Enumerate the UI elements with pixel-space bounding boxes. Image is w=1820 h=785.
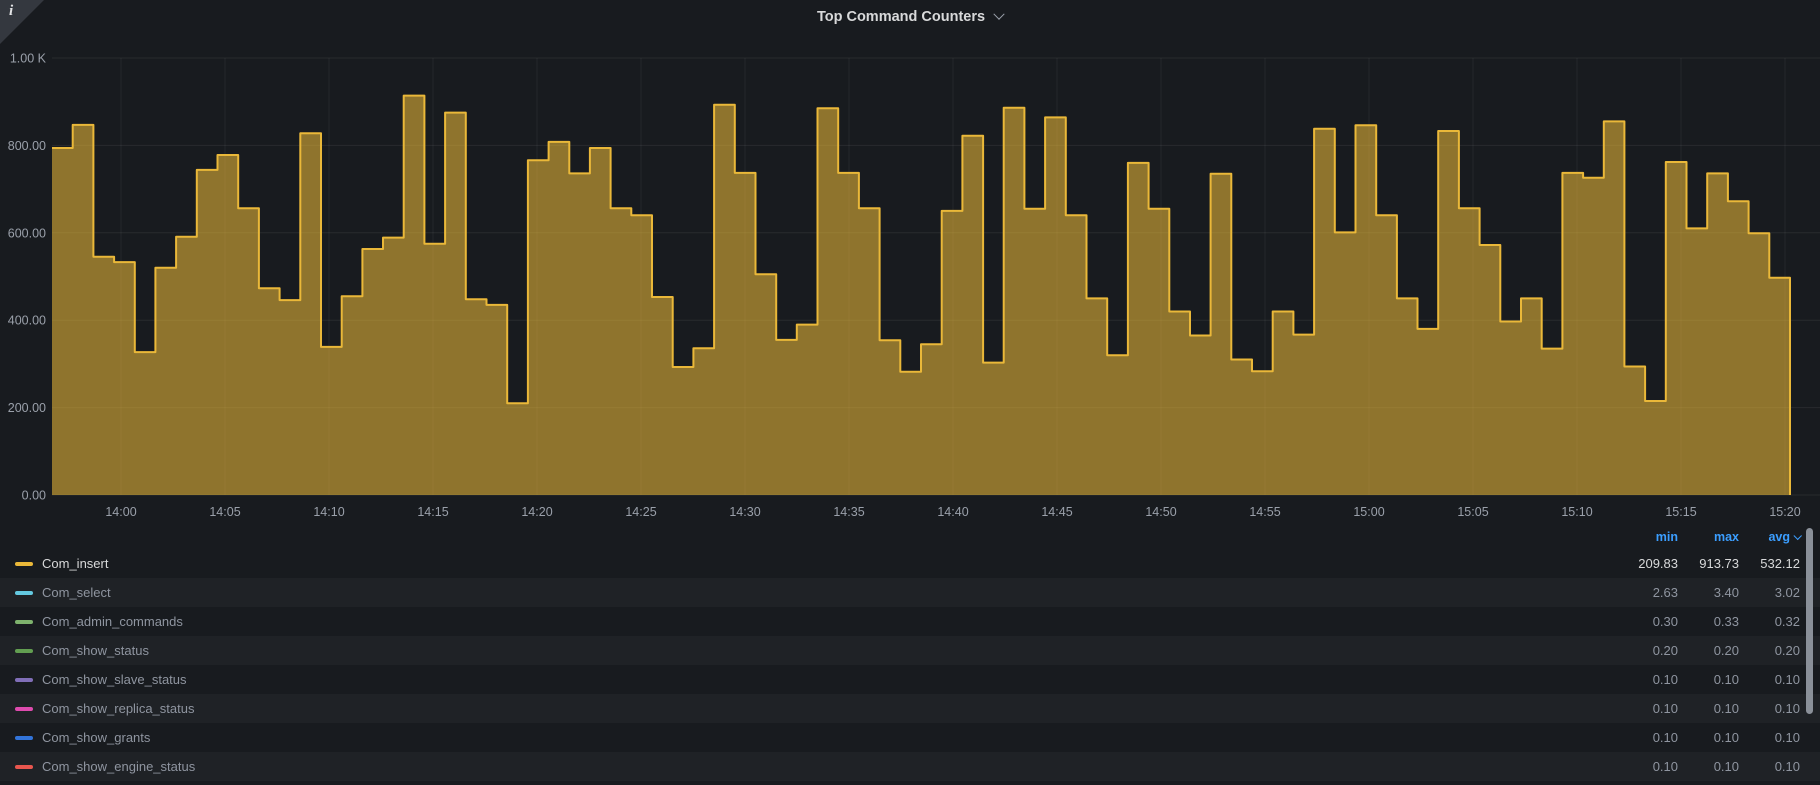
series-color-icon[interactable] (15, 764, 33, 769)
series-color-icon[interactable] (15, 735, 33, 740)
svg-text:14:15: 14:15 (417, 505, 448, 519)
svg-text:800.00: 800.00 (8, 139, 46, 153)
series-name[interactable]: Com_insert (42, 556, 1617, 571)
series-name[interactable]: Com_show_status (42, 643, 1617, 658)
legend-sort-max[interactable]: max (1678, 530, 1739, 544)
series-min: 0.10 (1652, 759, 1678, 774)
svg-text:1.00 K: 1.00 K (10, 52, 47, 66)
svg-text:14:25: 14:25 (625, 505, 656, 519)
series-name[interactable]: Com_show_slave_status (42, 672, 1617, 687)
svg-text:15:10: 15:10 (1561, 505, 1592, 519)
legend-table: min max avg Com_insert 209.83 913.73 532.12… (0, 524, 1820, 785)
svg-text:14:10: 14:10 (313, 505, 344, 519)
series-min: 0.20 (1652, 643, 1678, 658)
series-avg: 3.02 (1774, 585, 1800, 600)
panel-title[interactable]: Top Command Counters (817, 9, 985, 25)
info-corner-triangle (0, 0, 44, 44)
svg-text:15:05: 15:05 (1457, 505, 1488, 519)
series-avg: 0.10 (1774, 672, 1800, 687)
legend-row[interactable]: Com_insert 209.83 913.73 532.12 (0, 549, 1820, 578)
x-axis: 14:00 14:05 14:10 14:15 14:20 14:25 14:30 14:35… (105, 505, 1800, 519)
series-name[interactable]: Com_admin_commands (42, 614, 1617, 629)
series-max: 3.40 (1713, 585, 1739, 600)
svg-text:14:45: 14:45 (1041, 505, 1072, 519)
series-color-icon[interactable] (15, 706, 33, 711)
series-max: 0.10 (1713, 759, 1739, 774)
series-color-icon[interactable] (15, 561, 33, 566)
series-min: 0.10 (1652, 701, 1678, 716)
series-max: 913.73 (1699, 556, 1739, 571)
series-min: 209.83 (1638, 556, 1678, 571)
series-min: 2.63 (1652, 585, 1678, 600)
svg-text:15:00: 15:00 (1353, 505, 1384, 519)
series-color-icon[interactable] (15, 648, 33, 653)
info-corner[interactable]: i (0, 0, 44, 44)
svg-text:14:00: 14:00 (105, 505, 136, 519)
legend-row[interactable]: Com_select 2.63 3.40 3.02 (0, 578, 1820, 607)
series-avg: 0.10 (1774, 730, 1800, 745)
legend-row[interactable]: Com_show_replica_status 0.10 0.10 0.10 (0, 694, 1820, 723)
series-avg: 0.20 (1774, 643, 1800, 658)
series-max: 0.33 (1713, 614, 1739, 629)
panel-header[interactable]: Top Command Counters (0, 0, 1820, 34)
series-avg: 532.12 (1760, 556, 1800, 571)
svg-text:400.00: 400.00 (8, 314, 46, 328)
series-min: 0.30 (1652, 614, 1678, 629)
series-max: 0.10 (1713, 672, 1739, 687)
info-icon: i (9, 3, 14, 19)
series-color-icon[interactable] (15, 677, 33, 682)
legend-row[interactable]: Com_show_grants 0.10 0.10 0.10 (0, 723, 1820, 752)
y-axis: 1.00 K 800.00 600.00 400.00 200.00 0.00 (8, 52, 47, 503)
legend-sort-min[interactable]: min (1617, 530, 1678, 544)
legend-scrollbar-thumb[interactable] (1806, 528, 1813, 714)
svg-text:14:35: 14:35 (833, 505, 864, 519)
time-series-chart: 1.00 K 800.00 600.00 400.00 200.00 0.00 14:00 1… (0, 0, 1820, 529)
legend-row[interactable]: Com_show_status 0.20 0.20 0.20 (0, 636, 1820, 665)
series-name[interactable]: Com_show_replica_status (42, 701, 1617, 716)
series-min: 0.10 (1652, 672, 1678, 687)
sort-chevron-down-icon (1793, 531, 1802, 540)
series-color-icon[interactable] (15, 590, 33, 595)
series-max: 0.10 (1713, 701, 1739, 716)
series-avg: 0.32 (1774, 614, 1800, 629)
series-name[interactable]: Com_show_grants (42, 730, 1617, 745)
svg-text:14:05: 14:05 (209, 505, 240, 519)
svg-text:14:30: 14:30 (729, 505, 760, 519)
legend-sort-avg[interactable]: avg (1739, 530, 1802, 544)
svg-text:200.00: 200.00 (8, 401, 46, 415)
series-avg: 0.10 (1774, 701, 1800, 716)
svg-text:15:20: 15:20 (1769, 505, 1800, 519)
chevron-down-icon[interactable] (993, 8, 1005, 20)
svg-text:15:15: 15:15 (1665, 505, 1696, 519)
legend-row[interactable]: Com_admin_commands 0.30 0.33 0.32 (0, 607, 1820, 636)
series-name[interactable]: Com_select (42, 585, 1617, 600)
svg-text:600.00: 600.00 (8, 226, 46, 240)
svg-text:14:40: 14:40 (937, 505, 968, 519)
svg-text:14:55: 14:55 (1249, 505, 1280, 519)
series-avg: 0.10 (1774, 759, 1800, 774)
series-max: 0.10 (1713, 730, 1739, 745)
svg-text:14:50: 14:50 (1145, 505, 1176, 519)
svg-text:14:20: 14:20 (521, 505, 552, 519)
series-name[interactable]: Com_show_engine_status (42, 759, 1617, 774)
series-color-icon[interactable] (15, 619, 33, 624)
svg-text:0.00: 0.00 (22, 489, 46, 503)
legend-row[interactable]: Com_show_engine_status 0.10 0.10 0.10 (0, 752, 1820, 781)
com-insert-area (52, 95, 1790, 495)
series-min: 0.10 (1652, 730, 1678, 745)
legend-row[interactable]: Com_show_slave_status 0.10 0.10 0.10 (0, 665, 1820, 694)
series-max: 0.20 (1713, 643, 1739, 658)
legend-header: min max avg (0, 524, 1820, 549)
